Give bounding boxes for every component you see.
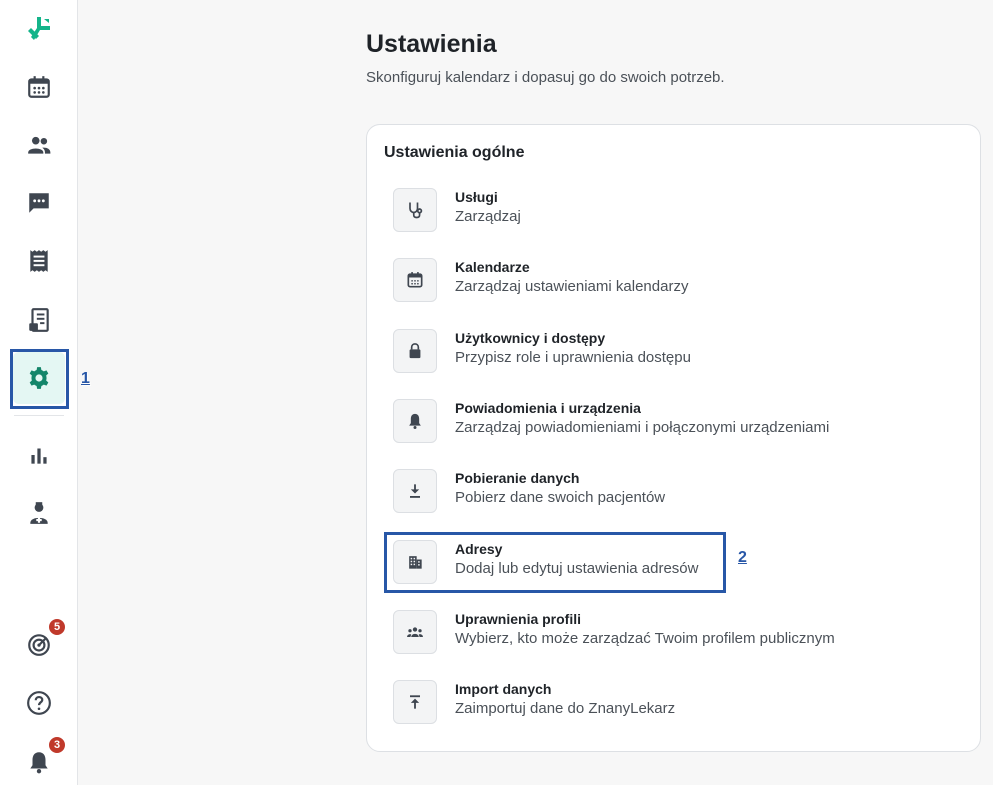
sidebar-item-settings[interactable] <box>13 352 65 404</box>
document-icon <box>29 308 49 332</box>
calendar-icon <box>28 76 50 98</box>
sidebar-item-messages[interactable] <box>13 177 65 229</box>
people-icon <box>28 136 51 154</box>
group-icon <box>393 610 437 654</box>
sidebar-item-invoices[interactable] <box>13 235 65 287</box>
bell-icon <box>393 399 437 443</box>
row-description: Pobierz dane swoich pacjentów <box>455 489 666 506</box>
row-title: Pobieranie danych <box>455 470 580 486</box>
gear-icon <box>29 367 49 389</box>
row-description: Zarządzaj ustawieniami kalendarzy <box>455 278 689 295</box>
settings-row-addresses[interactable]: Adresy Dodaj lub edytuj ustawienia adres… <box>391 540 951 590</box>
settings-row-services[interactable]: Usługi Zarządzaj <box>391 188 951 238</box>
stethoscope-icon <box>393 188 437 232</box>
bar-chart-icon <box>31 448 47 464</box>
row-description: Dodaj lub edytuj ustawienia adresów <box>455 560 699 577</box>
download-icon <box>393 469 437 513</box>
sidebar-item-statistics[interactable] <box>13 429 65 481</box>
chat-icon <box>29 193 49 213</box>
page-title: Ustawienia <box>366 30 497 58</box>
lock-icon <box>393 329 437 373</box>
row-title: Uprawnienia profili <box>455 611 582 627</box>
building-icon <box>393 540 437 584</box>
goals-count-badge: 5 <box>47 617 67 637</box>
row-title: Kalendarze <box>455 259 530 275</box>
row-description: Przypisz role i uprawnienia dostępu <box>455 349 691 366</box>
settings-row-data-download[interactable]: Pobieranie danych Pobierz dane swoich pa… <box>391 469 951 519</box>
card-title: Ustawienia ogólne <box>384 144 525 161</box>
annotation-label-2: 2 <box>738 549 747 566</box>
page-subtitle: Skonfiguruj kalendarz i dopasuj go do sw… <box>366 69 725 86</box>
row-title: Import danych <box>455 681 552 697</box>
row-description: Zarządzaj powiadomieniami i połączonymi … <box>455 419 830 436</box>
annotation-label-1: 1 <box>81 370 90 387</box>
sidebar-divider <box>14 415 64 416</box>
row-description: Zaimportuj dane do ZnanyLekarz <box>455 700 676 717</box>
calendar-icon <box>393 258 437 302</box>
sidebar: 5 3 <box>0 0 78 785</box>
doctor-icon <box>30 502 48 524</box>
row-description: Wybierz, kto może zarządzać Twoim profil… <box>455 630 835 647</box>
receipt-icon <box>30 250 48 272</box>
settings-row-notifications-devices[interactable]: Powiadomienia i urządzenia Zarządzaj pow… <box>391 399 951 449</box>
settings-row-profile-permissions[interactable]: Uprawnienia profili Wybierz, kto może za… <box>391 610 951 660</box>
settings-row-data-import[interactable]: Import danych Zaimportuj dane do ZnanyLe… <box>391 680 951 730</box>
sidebar-item-staff[interactable] <box>13 487 65 539</box>
row-title: Usługi <box>455 189 498 205</box>
bell-icon <box>30 752 48 774</box>
target-icon <box>28 634 50 656</box>
upload-icon <box>393 680 437 724</box>
settings-row-users-access[interactable]: Użytkownicy i dostępy Przypisz role i up… <box>391 329 951 379</box>
sidebar-item-documents[interactable] <box>13 294 65 346</box>
settings-row-calendars[interactable]: Kalendarze Zarządzaj ustawieniami kalend… <box>391 258 951 308</box>
row-title: Powiadomienia i urządzenia <box>455 400 641 416</box>
notifications-count-badge: 3 <box>47 735 67 755</box>
help-icon <box>27 691 51 715</box>
row-description: Zarządzaj <box>455 208 521 225</box>
znanylekarz-logo[interactable] <box>20 10 58 48</box>
row-title: Adresy <box>455 541 503 557</box>
sidebar-item-patients[interactable] <box>13 119 65 171</box>
general-settings-card: Ustawienia ogólne Usługi Zarządzaj Kalen… <box>366 124 981 752</box>
sidebar-item-calendar[interactable] <box>13 61 65 113</box>
sidebar-item-help[interactable] <box>13 677 65 729</box>
row-title: Użytkownicy i dostępy <box>455 330 606 346</box>
